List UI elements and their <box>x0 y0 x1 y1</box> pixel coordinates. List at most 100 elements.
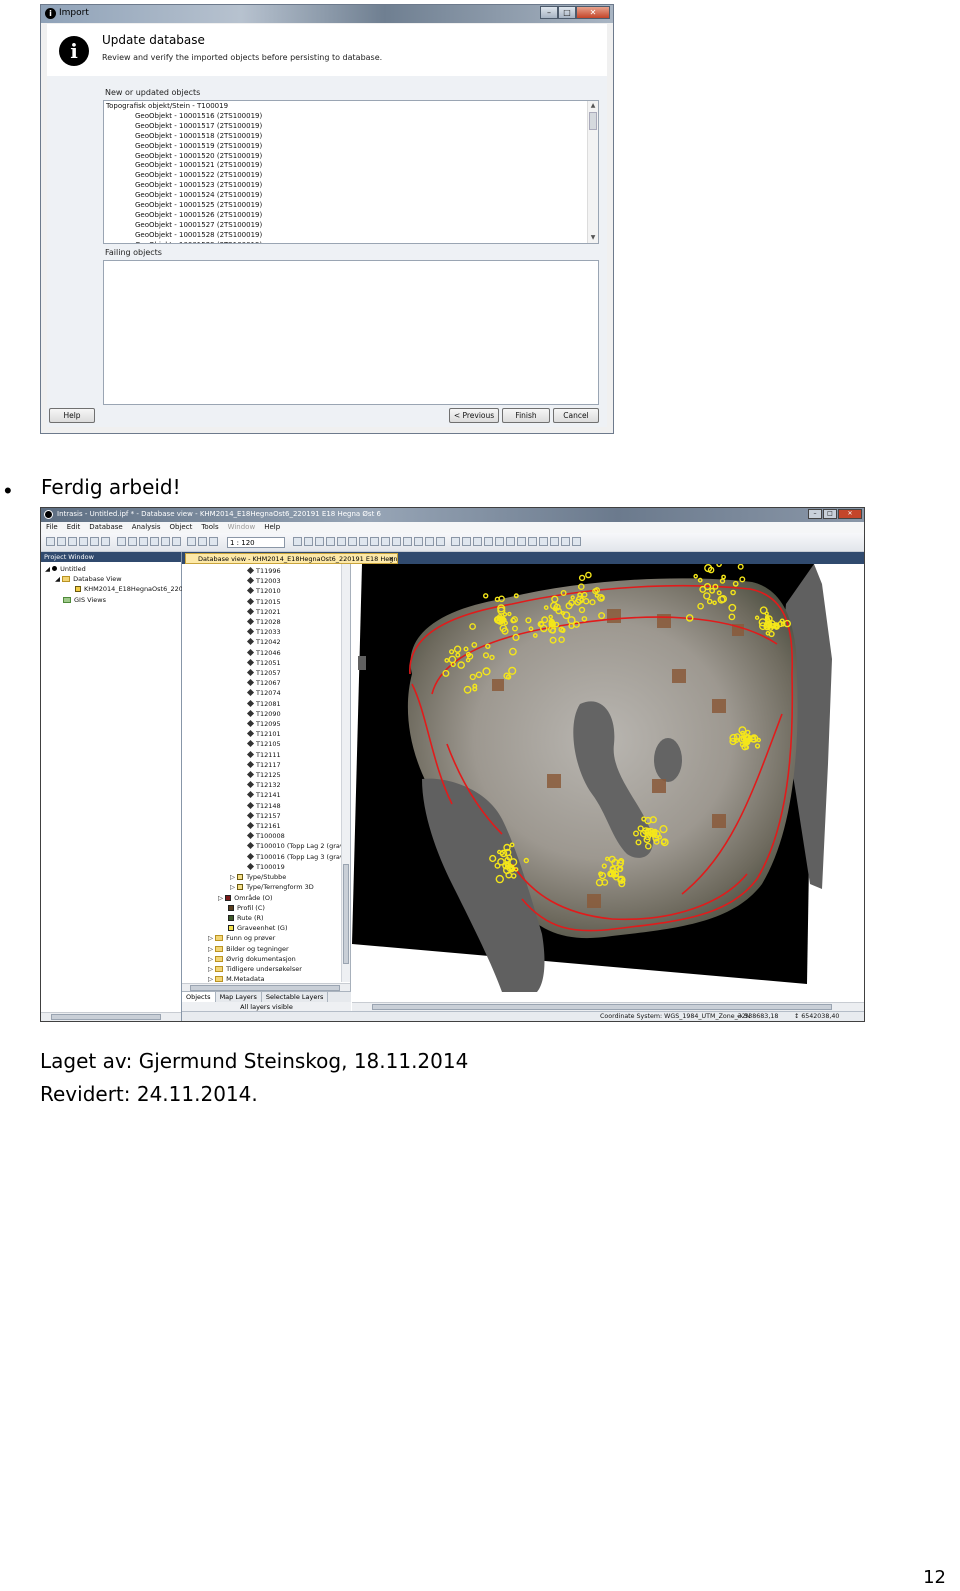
tab-map-layers[interactable]: Map Layers <box>216 992 262 1002</box>
tree-object-item[interactable]: T12003 <box>182 576 342 586</box>
tree-folder-item[interactable]: ▷ Øvrig dokumentasjon <box>182 954 342 964</box>
toolbar-button[interactable] <box>117 537 126 546</box>
previous-button[interactable]: < Previous <box>449 408 499 423</box>
tree-vscroll[interactable] <box>341 564 350 982</box>
tree-class-item[interactable]: ▷ Område (O) <box>182 893 342 903</box>
toolbar-button[interactable] <box>57 537 66 546</box>
scroll-down-icon[interactable]: ▼ <box>588 233 598 243</box>
toolbar-button[interactable] <box>293 537 302 546</box>
toolbar-button[interactable] <box>209 537 218 546</box>
toolbar-button[interactable] <box>90 537 99 546</box>
geoobject-item[interactable]: GeoObjekt - 10001522 (2TS100019) <box>105 171 586 181</box>
tree-object-item[interactable]: T12042 <box>182 637 342 647</box>
tree-root-item[interactable]: Topografisk objekt/Stein - T100019 <box>105 102 586 112</box>
geoobject-item[interactable]: GeoObjekt - 10001518 (2TS100019) <box>105 132 586 142</box>
tree-object-item[interactable]: T12125 <box>182 770 342 780</box>
toolbar-button[interactable] <box>79 537 88 546</box>
tab-selectable-layers[interactable]: Selectable Layers <box>262 992 329 1002</box>
tree-database-view[interactable]: ◢ Database View <box>45 574 195 584</box>
tree-object-item[interactable]: T12051 <box>182 658 342 668</box>
geoobject-item[interactable]: GeoObjekt - 10001520 (2TS100019) <box>105 152 586 162</box>
tree-object-item[interactable]: T12046 <box>182 648 342 658</box>
tree-untitled[interactable]: ◢ Untitled <box>45 564 195 574</box>
tree-object-item[interactable]: T12117 <box>182 760 342 770</box>
toolbar-button[interactable] <box>436 537 445 546</box>
menu-object[interactable]: Object <box>170 522 193 533</box>
toolbar-button[interactable] <box>403 537 412 546</box>
tree-class-item[interactable]: Graveenhet (G) <box>182 923 342 933</box>
toolbar-button[interactable] <box>172 537 181 546</box>
toolbar-button[interactable] <box>198 537 207 546</box>
tree-object-item[interactable]: T12081 <box>182 699 342 709</box>
toolbar-button[interactable] <box>392 537 401 546</box>
tree-object-item[interactable]: T100008 <box>182 831 342 841</box>
tree-object-item[interactable]: T12132 <box>182 780 342 790</box>
menu-file[interactable]: File <box>46 522 58 533</box>
tree-project-db[interactable]: KHM2014_E18HegnaOst6_220191 <box>45 584 195 594</box>
tree-object-item[interactable]: T12101 <box>182 729 342 739</box>
scroll-thumb[interactable] <box>589 112 597 130</box>
toolbar-button[interactable] <box>128 537 137 546</box>
tree-object-item[interactable]: T11996 <box>182 566 342 576</box>
tree-type-item[interactable]: ▷ Type/Terrengform 3D <box>182 882 342 892</box>
tab-objects[interactable]: Objects <box>182 992 216 1002</box>
tree-class-item[interactable]: Rute (R) <box>182 913 342 923</box>
toolbar-button[interactable] <box>451 537 460 546</box>
toolbar-button[interactable] <box>506 537 515 546</box>
app-maximize-button[interactable]: □ <box>823 509 837 519</box>
minimize-button[interactable]: – <box>540 6 558 19</box>
toolbar-button[interactable] <box>68 537 77 546</box>
new-objects-list[interactable]: Topografisk objekt/Stein - T100019 GeoOb… <box>103 100 599 244</box>
geoobject-item[interactable]: GeoObjekt - 10001524 (2TS100019) <box>105 191 586 201</box>
toolbar-button[interactable] <box>495 537 504 546</box>
app-close-button[interactable]: ✕ <box>838 509 862 519</box>
tree-gis-views[interactable]: GIS Views <box>45 595 195 605</box>
tree-object-item[interactable]: T12090 <box>182 709 342 719</box>
toolbar-button[interactable] <box>462 537 471 546</box>
menu-tools[interactable]: Tools <box>201 522 218 533</box>
geoobject-item[interactable]: GeoObjekt - 10001523 (2TS100019) <box>105 181 586 191</box>
toolbar-button[interactable] <box>304 537 313 546</box>
geoobject-item[interactable]: GeoObjekt - 10001529 (2TS100019) <box>105 241 586 243</box>
tree-object-item[interactable]: T100016 (Topp Lag 3 (gravd <box>182 852 348 862</box>
project-hscroll[interactable] <box>41 1012 181 1021</box>
tree-object-item[interactable]: T12105 <box>182 739 342 749</box>
tree-scroll-thumb[interactable] <box>343 864 349 964</box>
tree-type-item[interactable]: ▷ Type/Stubbe <box>182 872 342 882</box>
geoobject-item[interactable]: GeoObjekt - 10001516 (2TS100019) <box>105 112 586 122</box>
tab-database-view[interactable]: Database view - KHM2014_E18HegnaOst6_220… <box>185 553 398 564</box>
toolbar-button[interactable] <box>101 537 110 546</box>
toolbar-button[interactable] <box>572 537 581 546</box>
toolbar-button[interactable] <box>359 537 368 546</box>
menu-database[interactable]: Database <box>89 522 122 533</box>
geoobject-item[interactable]: GeoObjekt - 10001519 (2TS100019) <box>105 142 586 152</box>
menu-help[interactable]: Help <box>264 522 280 533</box>
tree-object-item[interactable]: T12015 <box>182 597 342 607</box>
tree-object-item[interactable]: T12161 <box>182 821 342 831</box>
geoobject-item[interactable]: GeoObjekt - 10001517 (2TS100019) <box>105 122 586 132</box>
toolbar-button[interactable] <box>517 537 526 546</box>
tree-object-item[interactable]: T100010 (Topp Lag 2 (gravd <box>182 841 348 851</box>
toolbar-button[interactable] <box>425 537 434 546</box>
tree-object-item[interactable]: T12067 <box>182 678 342 688</box>
tree-object-item[interactable]: T12141 <box>182 790 342 800</box>
tab-close-icon[interactable]: ✕ <box>389 554 394 563</box>
tree-object-item[interactable]: T12057 <box>182 668 342 678</box>
toolbar-button[interactable] <box>337 537 346 546</box>
geoobject-item[interactable]: GeoObjekt - 10001521 (2TS100019) <box>105 161 586 171</box>
tree-object-item[interactable]: T12157 <box>182 811 342 821</box>
toolbar-button[interactable] <box>550 537 559 546</box>
menu-edit[interactable]: Edit <box>67 522 81 533</box>
list-scrollbar[interactable]: ▲ ▼ <box>587 101 598 243</box>
tree-object-item[interactable]: T12021 <box>182 607 342 617</box>
toolbar-button[interactable] <box>539 537 548 546</box>
app-minimize-button[interactable]: – <box>808 509 822 519</box>
toolbar-button[interactable] <box>528 537 537 546</box>
toolbar-button[interactable] <box>187 537 196 546</box>
toolbar-button[interactable] <box>370 537 379 546</box>
hscroll-thumb[interactable] <box>51 1014 161 1020</box>
tree-object-item[interactable]: T12033 <box>182 627 342 637</box>
toolbar-button[interactable] <box>348 537 357 546</box>
help-button[interactable]: Help <box>49 408 95 423</box>
tree-class-item[interactable]: Profil (C) <box>182 903 342 913</box>
